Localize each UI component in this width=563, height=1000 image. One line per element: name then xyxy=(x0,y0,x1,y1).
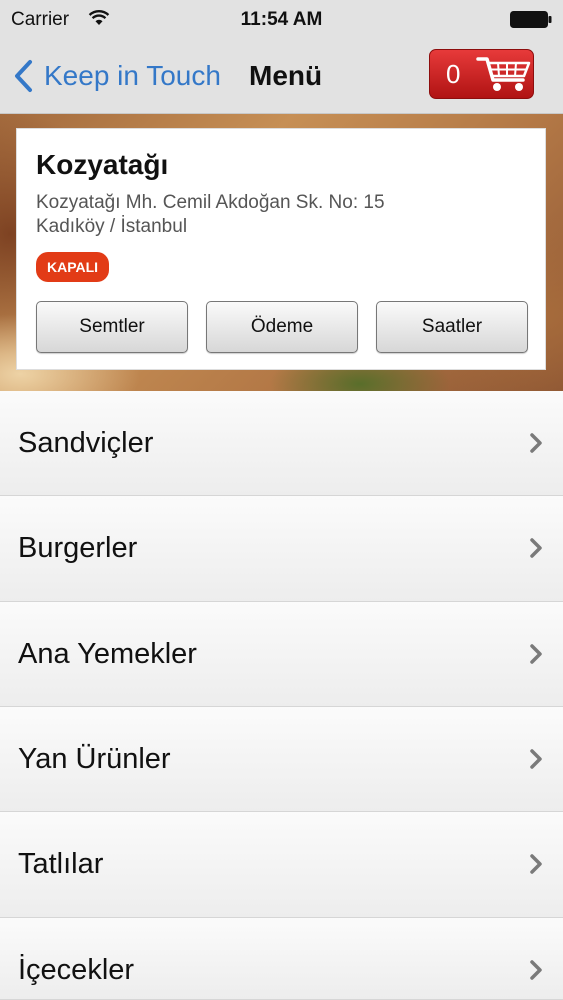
chevron-right-icon xyxy=(530,749,542,769)
chevron-right-icon xyxy=(530,960,542,980)
menu-item-desserts[interactable]: Tatlılar xyxy=(0,812,563,918)
menu-item-label: Burgerler xyxy=(18,532,138,564)
payment-button[interactable]: Ödeme xyxy=(206,301,358,353)
store-address: Kozyatağı Mh. Cemil Akdoğan Sk. No: 15 K… xyxy=(36,191,385,239)
menu-item-label: Ana Yemekler xyxy=(18,638,197,670)
chevron-right-icon xyxy=(530,644,542,664)
status-badge: KAPALI xyxy=(36,252,110,282)
menu-item-sides[interactable]: Yan Ürünler xyxy=(0,707,563,812)
shopping-cart-icon xyxy=(476,57,531,91)
clock: 11:54 AM xyxy=(240,9,323,30)
page-title: Menü xyxy=(249,60,323,91)
menu-item-drinks[interactable]: İçecekler xyxy=(0,918,563,1000)
chevron-right-icon xyxy=(530,854,542,874)
menu-item-label: İçecekler xyxy=(18,954,135,986)
menu-item-burgers[interactable]: Burgerler xyxy=(0,496,563,602)
back-chevron-icon xyxy=(15,60,32,92)
cart-button[interactable]: 0 xyxy=(429,49,534,99)
navigation-bar: Keep in Touch Menü 0 xyxy=(0,38,563,114)
address-line-2: Kadıköy / İstanbul xyxy=(36,216,188,237)
hours-button[interactable]: Saatler xyxy=(376,301,528,353)
battery-icon xyxy=(510,11,552,28)
store-hero-image: Kozyatağı Kozyatağı Mh. Cemil Akdoğan Sk… xyxy=(0,114,563,391)
status-bar: Carrier 11:54 AM xyxy=(0,0,563,38)
chevron-right-icon xyxy=(530,433,542,453)
back-button[interactable]: Keep in Touch xyxy=(12,56,221,96)
districts-button[interactable]: Semtler xyxy=(36,301,188,353)
address-line-1: Kozyatağı Mh. Cemil Akdoğan Sk. No: 15 xyxy=(36,192,385,213)
menu-item-label: Yan Ürünler xyxy=(18,743,171,775)
back-label: Keep in Touch xyxy=(44,60,221,91)
menu-item-label: Sandviçler xyxy=(18,427,154,459)
chevron-right-icon xyxy=(530,538,542,558)
menu-category-list: Sandviçler Burgerler Ana Yemekler Yan Ür… xyxy=(0,391,563,1000)
cart-count: 0 xyxy=(446,58,461,89)
store-info-card: Kozyatağı Kozyatağı Mh. Cemil Akdoğan Sk… xyxy=(16,128,546,370)
menu-item-sandwiches[interactable]: Sandviçler xyxy=(0,391,563,496)
menu-item-label: Tatlılar xyxy=(18,848,104,880)
menu-item-main-dishes[interactable]: Ana Yemekler xyxy=(0,602,563,707)
store-name: Kozyatağı xyxy=(36,149,169,180)
